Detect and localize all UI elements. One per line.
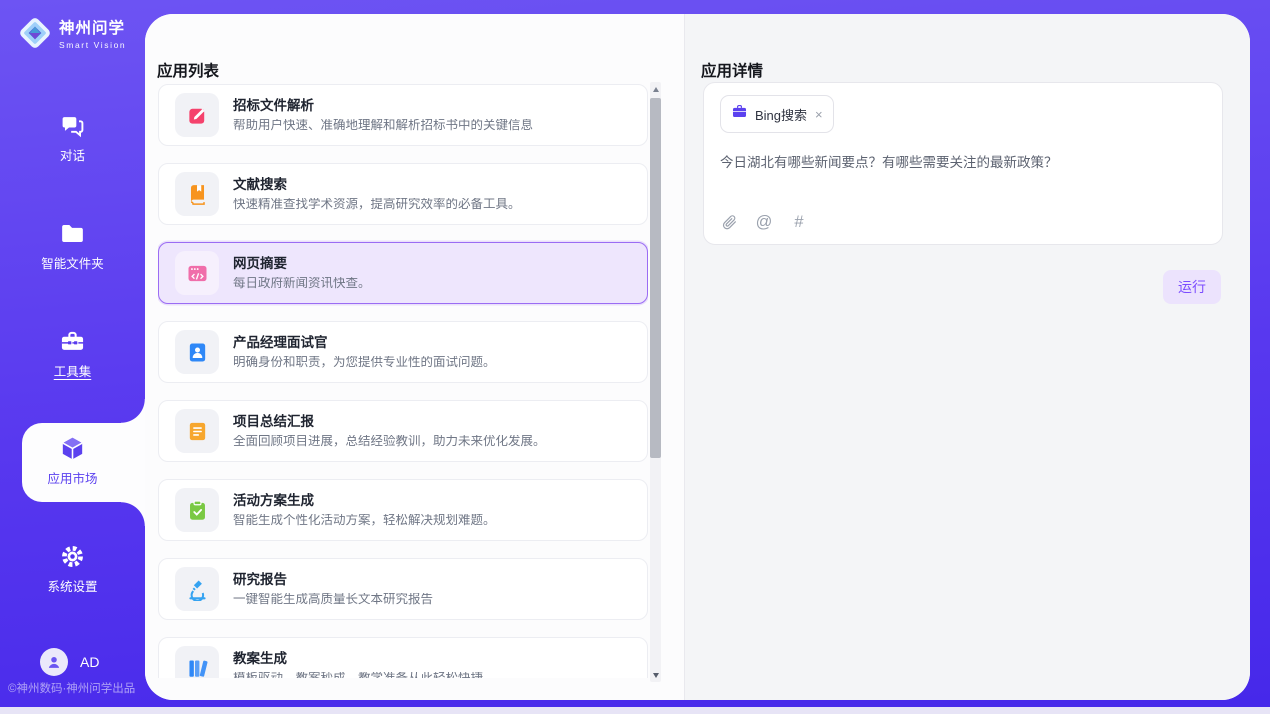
prompt-text[interactable]: 今日湖北有哪些新闻要点？有哪些需要关注的最新政策？ xyxy=(720,151,1206,171)
scrollbar-down-button[interactable] xyxy=(650,668,661,682)
logo-title: 神州问学 xyxy=(59,16,126,38)
user-name: AD xyxy=(80,654,99,670)
arrow-down-icon xyxy=(653,673,659,678)
tool-tag-label: Bing搜索 xyxy=(755,105,807,124)
sidebar: 神州问学 Smart Vision 对话 智能文件夹 工具集 应用市场 系统设置… xyxy=(0,0,145,707)
app-card[interactable]: 产品经理面试官 明确身份和职责，为您提供专业性的面试问题。 xyxy=(158,321,648,383)
arrow-up-icon xyxy=(653,87,659,92)
sidebar-item-app-market[interactable]: 应用市场 xyxy=(0,435,145,488)
logo-subtitle: Smart Vision xyxy=(59,40,126,50)
app-card[interactable]: 研究报告 一键智能生成高质量长文本研究报告 xyxy=(158,558,648,620)
gear-icon xyxy=(59,543,86,570)
app-detail-title: 应用详情 xyxy=(701,59,763,81)
tool-tag-bing-search[interactable]: Bing搜索 × xyxy=(720,95,834,133)
app-card[interactable]: 教案生成 模板驱动，教案秒成，教学准备从此轻松快捷 xyxy=(158,637,648,678)
clipboard-icon xyxy=(175,488,219,532)
mention-icon[interactable]: @ xyxy=(755,213,773,231)
paperclip-icon[interactable] xyxy=(720,213,738,231)
books-icon xyxy=(175,646,219,678)
desktop-strip xyxy=(0,707,1270,714)
composer-action-row: @# xyxy=(720,213,808,231)
sidebar-item-chat[interactable]: 对话 xyxy=(0,112,145,165)
cube-icon xyxy=(59,435,86,462)
book-icon xyxy=(175,172,219,216)
app-list-title: 应用列表 xyxy=(157,59,219,81)
scrollbar-track[interactable] xyxy=(650,82,661,682)
sidebar-item-toolbox[interactable]: 工具集 xyxy=(0,328,145,381)
app-card[interactable]: 活动方案生成 智能生成个性化活动方案，轻松解决规划难题。 xyxy=(158,479,648,541)
app-card[interactable]: 招标文件解析 帮助用户快速、准确地理解和解析招标书中的关键信息 xyxy=(158,84,648,146)
run-button[interactable]: 运行 xyxy=(1163,270,1221,304)
close-icon[interactable]: × xyxy=(815,108,823,121)
hash-icon[interactable]: # xyxy=(790,213,808,231)
prompt-card[interactable]: Bing搜索 × 今日湖北有哪些新闻要点？有哪些需要关注的最新政策？ @# xyxy=(703,82,1223,245)
app-card[interactable]: 项目总结汇报 全面回顾项目进展，总结经验教训，助力未来优化发展。 xyxy=(158,400,648,462)
scrollbar-up-button[interactable] xyxy=(650,82,661,96)
gem-logo-icon xyxy=(15,13,55,53)
app-detail-panel: 应用详情 Bing搜索 × 今日湖北有哪些新闻要点？有哪些需要关注的最新政策？ … xyxy=(685,14,1250,700)
interview-icon xyxy=(175,330,219,374)
sidebar-item-smart-folders[interactable]: 智能文件夹 xyxy=(0,220,145,273)
scrollbar-thumb[interactable] xyxy=(650,98,661,458)
app-card[interactable]: 文献搜索 快速精准查找学术资源，提高研究效率的必备工具。 xyxy=(158,163,648,225)
app-card[interactable]: 网页摘要 每日政府新闻资讯快查。 xyxy=(158,242,648,304)
browser-icon xyxy=(175,251,219,295)
toolbox-icon xyxy=(59,328,86,355)
copyright-footer: ©神州数码·神州问学出品 xyxy=(8,680,135,696)
app-list-panel: 应用列表 招标文件解析 帮助用户快速、准确地理解和解析招标书中的关键信息 文献搜… xyxy=(145,14,684,700)
doc-edit-icon xyxy=(175,93,219,137)
logo: 神州问学 Smart Vision xyxy=(15,13,126,53)
user-row[interactable]: AD xyxy=(40,648,99,676)
content-surface: 应用列表 招标文件解析 帮助用户快速、准确地理解和解析招标书中的关键信息 文献搜… xyxy=(145,14,1250,700)
sidebar-item-settings[interactable]: 系统设置 xyxy=(0,543,145,596)
microscope-icon xyxy=(175,567,219,611)
avatar[interactable] xyxy=(40,648,68,676)
folder-icon xyxy=(59,220,86,247)
briefcase-icon xyxy=(731,103,755,125)
app-frame: 神州问学 Smart Vision 对话 智能文件夹 工具集 应用市场 系统设置… xyxy=(0,0,1270,707)
app-list: 招标文件解析 帮助用户快速、准确地理解和解析招标书中的关键信息 文献搜索 快速精… xyxy=(158,84,648,678)
chat-icon xyxy=(59,112,86,139)
report-icon xyxy=(175,409,219,453)
